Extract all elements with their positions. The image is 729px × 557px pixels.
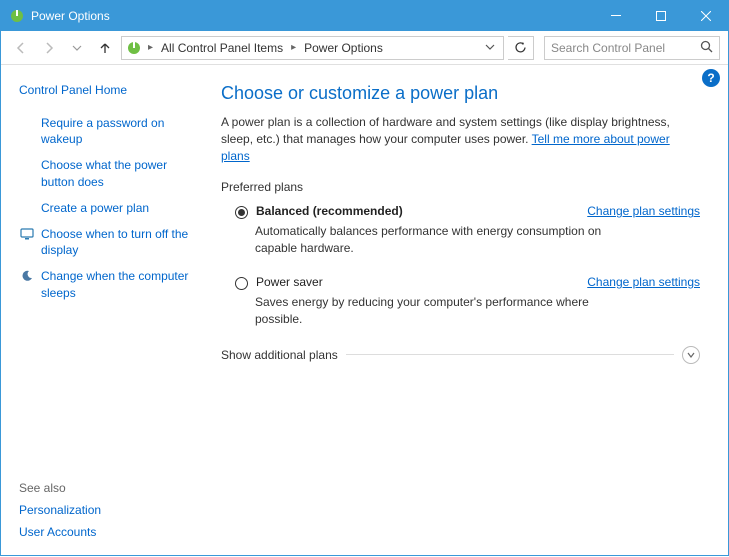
task-power-button[interactable]: Choose what the power button does — [19, 157, 201, 189]
address-bar[interactable]: ▸ All Control Panel Items ▸ Power Option… — [121, 36, 504, 60]
chevron-right-icon[interactable]: ▸ — [289, 42, 298, 53]
toolbar: ▸ All Control Panel Items ▸ Power Option… — [1, 31, 728, 65]
radio-power-saver[interactable] — [235, 277, 248, 290]
task-computer-sleeps[interactable]: Change when the computer sleeps — [19, 268, 201, 300]
expander-label: Show additional plans — [221, 348, 338, 362]
moon-icon — [19, 268, 35, 300]
breadcrumb-item[interactable]: All Control Panel Items — [157, 41, 287, 55]
show-additional-plans[interactable]: Show additional plans — [221, 346, 700, 364]
chevron-right-icon[interactable]: ▸ — [146, 42, 155, 53]
main-column: ? Choose or customize a power plan A pow… — [211, 65, 728, 557]
app-icon — [9, 8, 25, 24]
page-description: A power plan is a collection of hardware… — [221, 114, 700, 164]
radio-balanced[interactable] — [235, 206, 248, 219]
sidebar: Control Panel Home Require a password on… — [1, 65, 211, 557]
divider — [346, 354, 674, 355]
search-input[interactable]: Search Control Panel — [544, 36, 720, 60]
help-button[interactable]: ? — [702, 69, 720, 87]
window-title: Power Options — [31, 9, 593, 23]
task-link[interactable]: Change when the computer sleeps — [41, 268, 201, 300]
preferred-plans-label: Preferred plans — [221, 180, 700, 194]
up-button[interactable] — [93, 36, 117, 60]
task-link[interactable]: Choose when to turn off the display — [41, 226, 201, 258]
plan-power-saver: Power saver Change plan settings Saves e… — [221, 275, 700, 328]
forward-button[interactable] — [37, 36, 61, 60]
address-dropdown[interactable] — [481, 41, 499, 55]
recent-dropdown[interactable] — [65, 36, 89, 60]
refresh-button[interactable] — [508, 36, 534, 60]
search-icon — [700, 40, 713, 56]
task-create-plan[interactable]: Create a power plan — [19, 200, 201, 216]
maximize-button[interactable] — [638, 1, 683, 31]
page-heading: Choose or customize a power plan — [221, 83, 700, 104]
change-plan-settings-link[interactable]: Change plan settings — [587, 204, 700, 218]
control-panel-icon — [126, 40, 142, 56]
see-also-header: See also — [19, 481, 201, 495]
control-panel-home-link[interactable]: Control Panel Home — [19, 83, 201, 97]
chevron-down-icon[interactable] — [682, 346, 700, 364]
see-also-user-accounts[interactable]: User Accounts — [19, 525, 201, 539]
monitor-icon — [19, 226, 35, 258]
plan-name[interactable]: Balanced (recommended) — [256, 204, 403, 218]
back-button[interactable] — [9, 36, 33, 60]
task-link[interactable]: Choose what the power button does — [41, 157, 201, 189]
task-turn-off-display[interactable]: Choose when to turn off the display — [19, 226, 201, 258]
plan-name[interactable]: Power saver — [256, 275, 323, 289]
search-placeholder: Search Control Panel — [551, 41, 665, 55]
plan-description: Automatically balances performance with … — [255, 223, 635, 257]
minimize-button[interactable] — [593, 1, 638, 31]
close-button[interactable] — [683, 1, 728, 31]
task-link[interactable]: Create a power plan — [41, 200, 201, 216]
task-link[interactable]: Require a password on wakeup — [41, 115, 201, 147]
content-area: Control Panel Home Require a password on… — [1, 65, 728, 557]
blank-icon — [19, 200, 35, 216]
plan-balanced: Balanced (recommended) Change plan setti… — [221, 204, 700, 257]
plan-description: Saves energy by reducing your computer's… — [255, 294, 635, 328]
window-titlebar: Power Options — [1, 1, 728, 31]
blank-icon — [19, 157, 35, 189]
task-require-password[interactable]: Require a password on wakeup — [19, 115, 201, 147]
breadcrumb-item[interactable]: Power Options — [300, 41, 387, 55]
blank-icon — [19, 115, 35, 147]
see-also-personalization[interactable]: Personalization — [19, 503, 201, 517]
change-plan-settings-link[interactable]: Change plan settings — [587, 275, 700, 289]
